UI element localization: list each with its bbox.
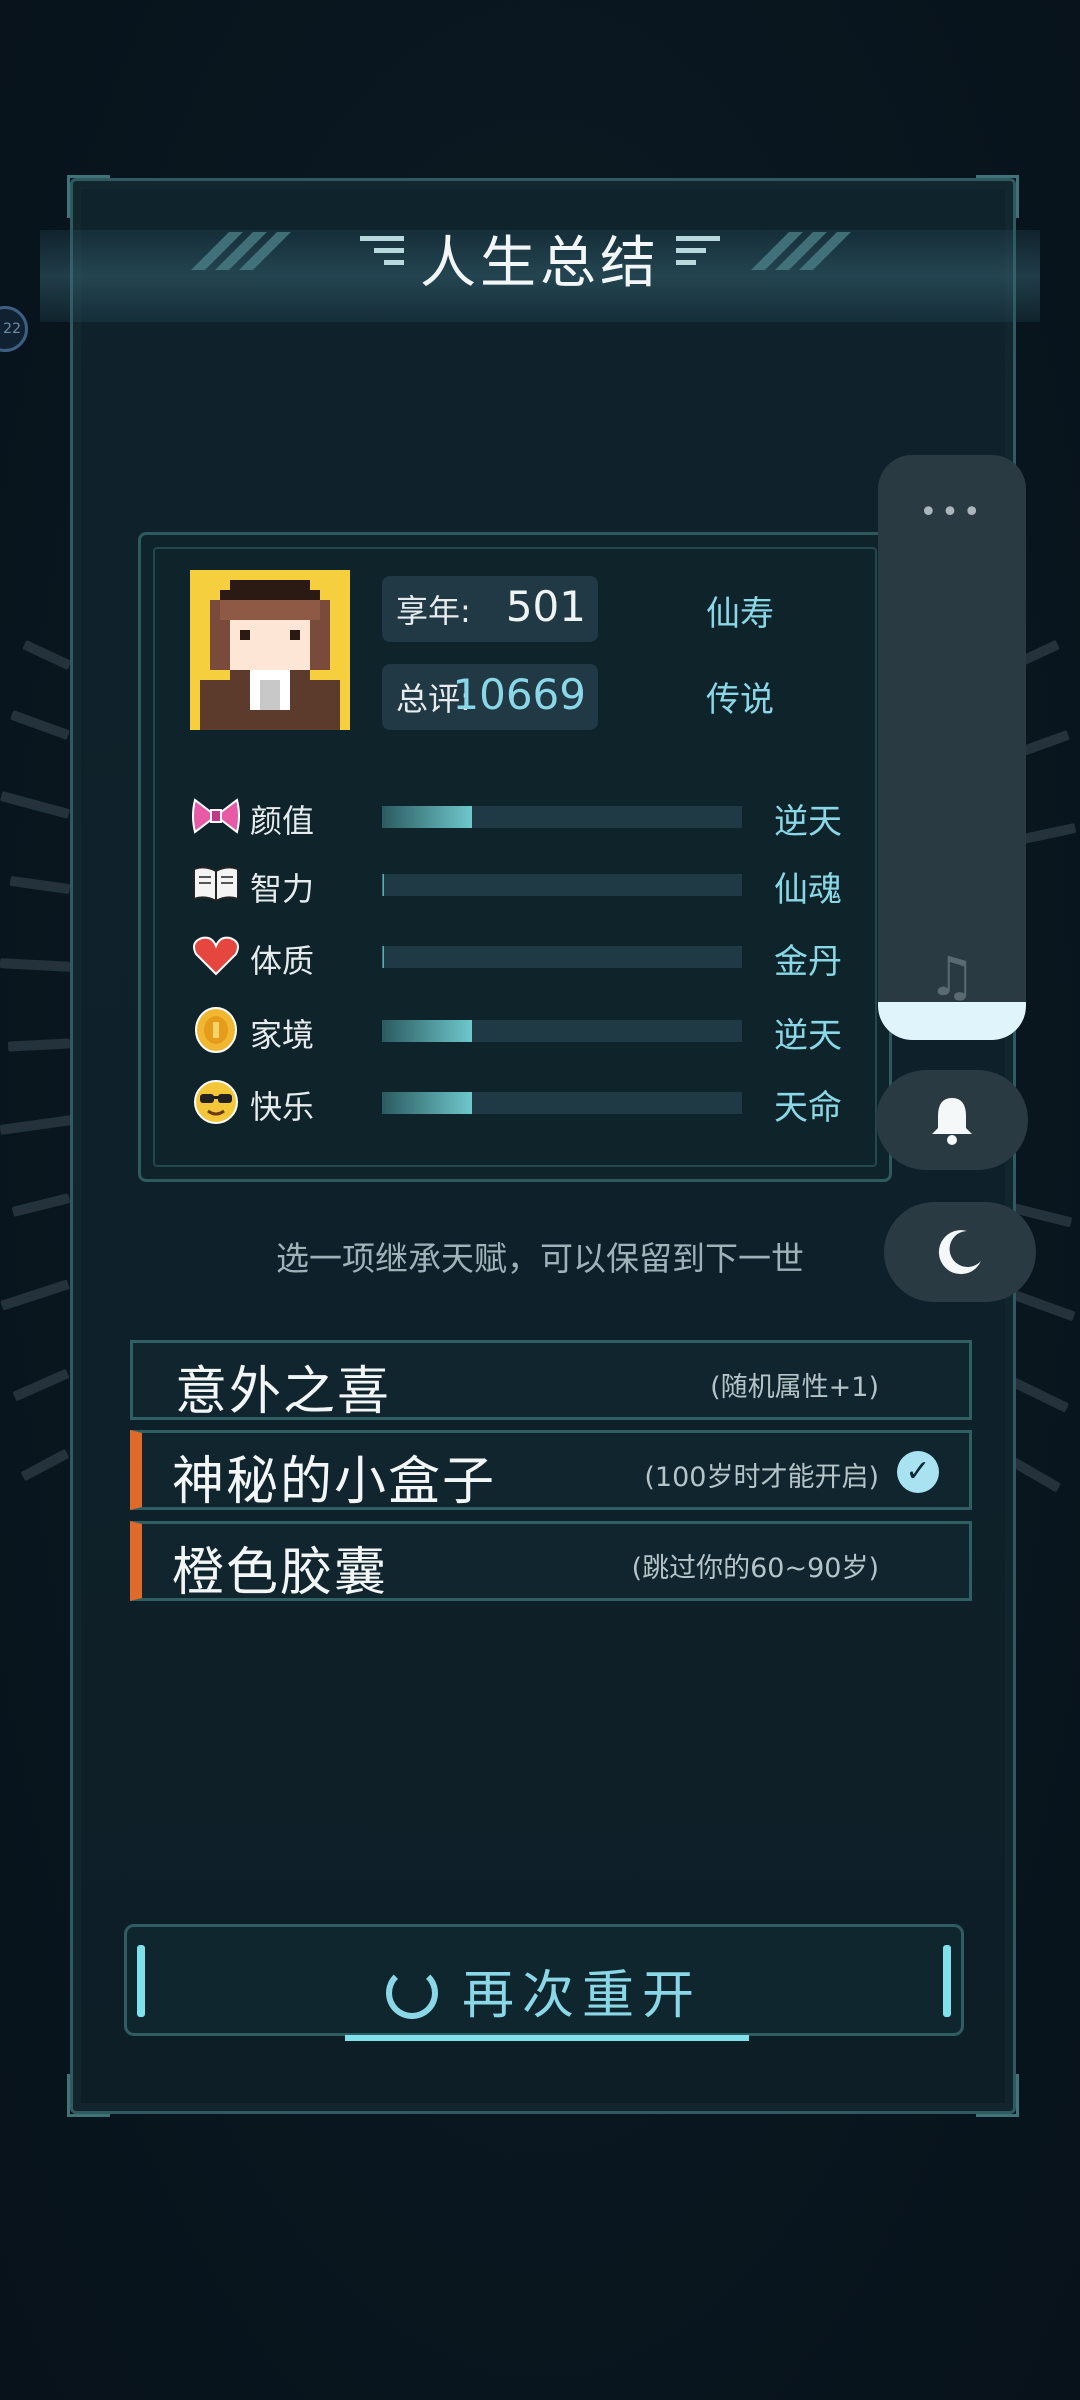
attribute-name: 颜值 xyxy=(250,802,315,840)
frame-corner xyxy=(976,175,1019,218)
attribute-name: 快乐 xyxy=(250,1088,315,1126)
age-rank: 仙寿 xyxy=(706,594,774,634)
attribute-rank: 天命 xyxy=(774,1088,842,1128)
restart-underline xyxy=(345,2035,749,2041)
volume-slider-fill[interactable] xyxy=(878,1002,1026,1040)
score-value: 10669 xyxy=(452,670,586,719)
restart-label: 再次重开 xyxy=(461,1966,702,2026)
attribute-name: 智力 xyxy=(250,870,315,908)
attribute-rank: 金丹 xyxy=(774,942,842,982)
attribute-bar-fill xyxy=(382,1092,472,1114)
score-box: 总评: 10669 xyxy=(382,664,598,730)
attribute-bar-fill xyxy=(382,946,384,968)
moon-icon xyxy=(938,1230,981,1275)
attribute-bar-fill xyxy=(382,1020,472,1042)
coin-icon xyxy=(190,1004,242,1056)
attribute-bar xyxy=(382,1020,742,1042)
floating-volume-panel[interactable]: ••• ♫ xyxy=(878,455,1026,1040)
talent-title: 意外之喜 xyxy=(175,1362,392,1422)
restart-button[interactable]: 再次重开 xyxy=(124,1924,964,2041)
attribute-rank: 逆天 xyxy=(774,802,842,842)
attribute-name: 家境 xyxy=(250,1016,315,1054)
bell-icon xyxy=(932,1098,972,1145)
attribute-row-looks: 颜值 逆天 xyxy=(190,790,850,844)
attribute-bar xyxy=(382,806,742,828)
attribute-bar xyxy=(382,946,742,968)
bow-icon xyxy=(190,790,242,842)
age-box: 享年: 501 xyxy=(382,576,598,642)
score-rank: 传说 xyxy=(706,680,774,720)
frame-corner xyxy=(67,2074,110,2117)
attribute-rank: 逆天 xyxy=(774,1016,842,1056)
age-value: 501 xyxy=(505,582,586,631)
talent-option[interactable]: 橙色胶囊 (跳过你的60~90岁) xyxy=(130,1521,972,1603)
bell-button[interactable] xyxy=(876,1070,1028,1170)
talent-option[interactable]: 意外之喜 (随机属性+1) xyxy=(130,1340,972,1422)
frame-corner xyxy=(67,175,110,218)
attribute-bar xyxy=(382,874,742,896)
talent-title: 橙色胶囊 xyxy=(172,1543,389,1603)
pixel-avatar xyxy=(190,570,350,730)
page-title: 人生总结 xyxy=(420,231,660,296)
attribute-row-happiness: 快乐 天命 xyxy=(190,1076,850,1130)
attribute-name: 体质 xyxy=(250,942,315,980)
talent-desc: (100岁时才能开启) xyxy=(644,1462,879,1493)
attribute-bar-fill xyxy=(382,874,384,896)
restart-label-wrap: 再次重开 xyxy=(127,1953,961,2028)
attribute-row-constitution: 体质 金丹 xyxy=(190,930,850,984)
side-floating-badge[interactable]: 22 xyxy=(0,306,28,352)
music-note-icon: ♫ xyxy=(927,945,977,1008)
attribute-rank: 仙魂 xyxy=(774,870,842,910)
talent-option-selected[interactable]: 神秘的小盒子 (100岁时才能开启) ✓ xyxy=(130,1430,972,1512)
talent-title: 神秘的小盒子 xyxy=(172,1452,497,1512)
attribute-row-intelligence: 智力 仙魂 xyxy=(190,858,850,912)
talent-desc: (随机属性+1) xyxy=(710,1372,879,1403)
age-label: 享年: xyxy=(396,592,471,630)
more-icon[interactable]: ••• xyxy=(878,495,1026,530)
refresh-icon xyxy=(385,1967,438,2019)
checkmark-icon: ✓ xyxy=(897,1451,939,1493)
night-mode-button[interactable] xyxy=(884,1202,1036,1302)
attribute-bar-fill xyxy=(382,806,472,828)
heart-icon xyxy=(190,930,242,982)
attribute-row-family: 家境 逆天 xyxy=(190,1004,850,1058)
talent-desc: (跳过你的60~90岁) xyxy=(631,1553,879,1584)
side-badge-text: 22 xyxy=(3,321,21,337)
book-icon xyxy=(190,858,242,910)
frame-corner xyxy=(976,2074,1019,2117)
attribute-bar xyxy=(382,1092,742,1114)
sunglasses-face-icon xyxy=(190,1076,242,1128)
